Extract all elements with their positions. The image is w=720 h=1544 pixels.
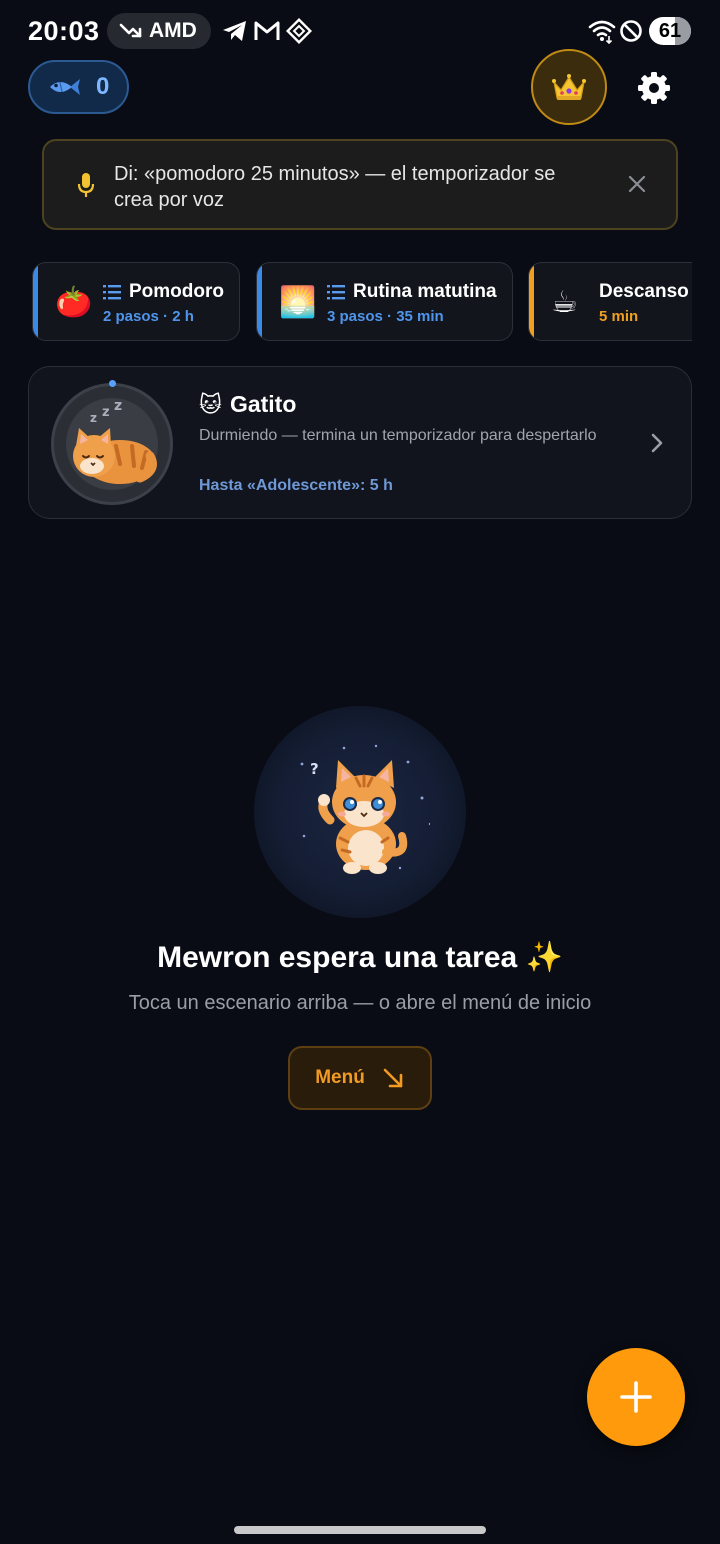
pet-progress-dot — [109, 380, 116, 387]
chip-accent-bar — [33, 263, 38, 340]
cat-face-icon: 🐱 — [199, 391, 222, 417]
scenario-carousel: 🍅 Pomodoro 2 pasos · 2 h 🌅 Rutina matuti… — [32, 262, 692, 342]
arrow-down-right-icon — [383, 1068, 403, 1088]
do-not-disturb-icon — [620, 20, 642, 42]
pet-card[interactable]: z z z 🐱 Gatito Durmiendo — termina un te… — [28, 366, 692, 519]
chip-title-row: Rutina matutina — [327, 281, 497, 303]
empty-state-subtitle: Toca un escenario arriba — o abre el men… — [128, 992, 592, 1014]
status-time: 20:03 — [28, 16, 100, 46]
tomato-icon: 🍅 — [55, 286, 93, 319]
voice-hint-banner: Di: «pomodoro 25 minutos» — el temporiza… — [42, 139, 678, 230]
menu-button-label: Menú — [315, 1067, 365, 1088]
sunrise-icon: 🌅 — [279, 286, 317, 319]
chip-subtitle: 5 min — [599, 308, 639, 325]
svg-text:?: ? — [310, 760, 319, 778]
trend-down-icon — [119, 23, 142, 38]
chevron-right-icon — [651, 433, 663, 453]
fish-icon — [50, 79, 80, 95]
microphone-icon — [77, 173, 95, 197]
chip-subtitle: 3 pasos · 35 min — [327, 308, 444, 325]
pet-avatar: z z z — [51, 383, 173, 505]
chip-title: Pomodoro — [129, 281, 224, 302]
add-timer-button[interactable] — [587, 1348, 685, 1446]
start-menu-button[interactable]: Menú — [288, 1046, 432, 1110]
sleeping-cat-icon: z z z — [66, 398, 158, 490]
pet-title-row: 🐱 Gatito — [199, 391, 296, 418]
list-icon — [327, 285, 345, 300]
scenario-chip-pomodoro[interactable]: 🍅 Pomodoro 2 pasos · 2 h — [32, 262, 240, 341]
empty-state-title: Mewron espera una tarea ✨ — [157, 941, 563, 974]
crown-icon — [552, 74, 586, 100]
svg-text:z: z — [114, 398, 122, 414]
coffee-icon: ☕ — [551, 286, 578, 319]
confused-cat-illustration: ? — [300, 744, 430, 874]
battery-indicator: 61 — [649, 17, 691, 45]
list-icon — [103, 285, 121, 300]
pet-growth-progress: Hasta «Adolescente»: 5 h — [199, 477, 393, 494]
close-icon[interactable] — [626, 173, 648, 195]
chip-title: Descanso — [599, 281, 689, 302]
chip-title: Rutina matutina — [353, 281, 497, 302]
pet-status: Durmiendo — termina un temporizador para… — [199, 427, 597, 444]
status-bar: 20:03 AMD 61 — [0, 0, 720, 62]
chip-title-row: Descanso — [599, 281, 689, 303]
chip-subtitle: 2 pasos · 2 h — [103, 308, 194, 325]
chip-accent-bar — [529, 263, 534, 340]
svg-text:z: z — [102, 405, 110, 420]
fish-count: 0 — [96, 73, 110, 100]
battery-level: 61 — [658, 20, 682, 42]
app-screen: 20:03 AMD 61 0 Di: «pomodoro 25 minutos»… — [0, 0, 720, 1544]
scenario-chip-break[interactable]: ☕ Descanso 5 min — [528, 262, 692, 341]
chip-accent-bar — [257, 263, 262, 340]
premium-button[interactable] — [531, 49, 607, 125]
chip-title-row: Pomodoro — [103, 281, 224, 303]
settings-button[interactable] — [632, 66, 676, 110]
scenario-chip-morning-routine[interactable]: 🌅 Rutina matutina 3 pasos · 35 min — [256, 262, 513, 341]
voice-hint-text: Di: «pomodoro 25 minutos» — el temporiza… — [114, 163, 556, 211]
plus-icon — [620, 1381, 652, 1413]
telegram-icon — [223, 21, 246, 41]
stock-chip: AMD — [107, 13, 211, 49]
wifi-icon — [588, 20, 616, 44]
gear-icon — [638, 72, 670, 104]
home-indicator[interactable] — [234, 1526, 486, 1534]
app-notification-icon — [286, 18, 312, 44]
stock-label: AMD — [149, 19, 197, 42]
gmail-icon — [254, 21, 280, 40]
svg-text:z: z — [90, 411, 97, 425]
fish-currency-button[interactable]: 0 — [28, 60, 129, 114]
pet-name: Gatito — [229, 391, 297, 417]
